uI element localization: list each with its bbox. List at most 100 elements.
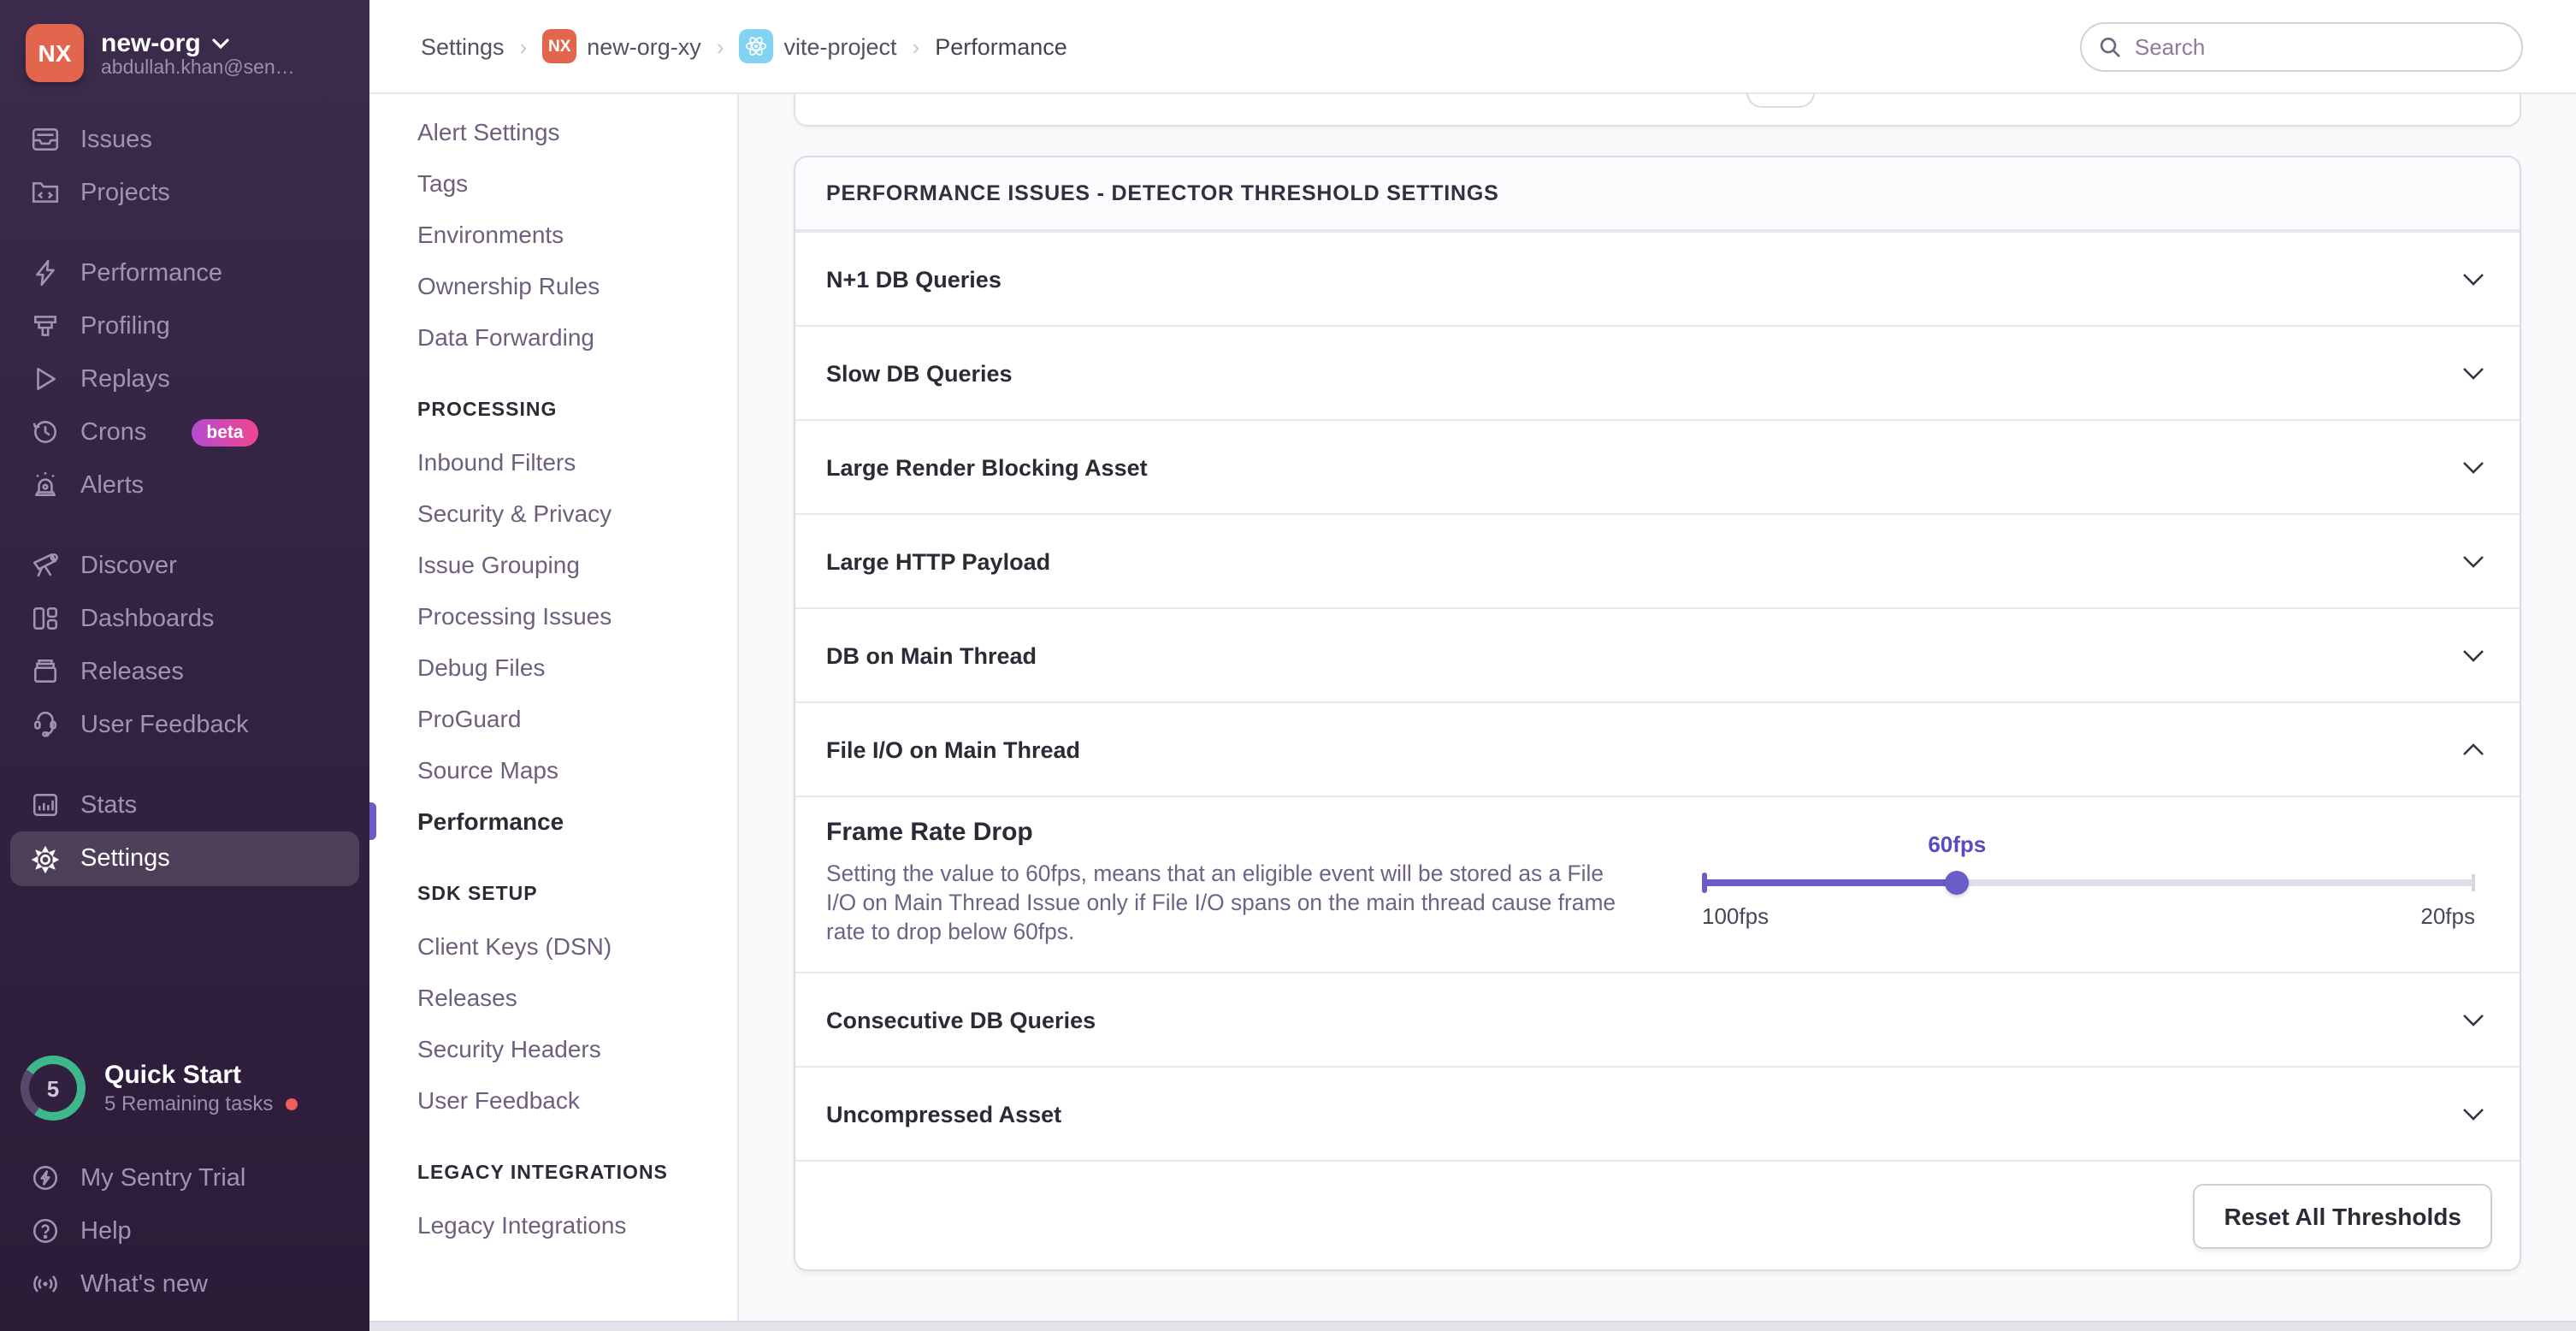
sidebar-item-profiling[interactable]: Profiling — [0, 299, 369, 352]
chevron-up-icon — [2461, 742, 2485, 757]
breadcrumb-org[interactable]: NX new-org-xy — [542, 29, 701, 63]
nav-tags[interactable]: Tags — [369, 157, 737, 209]
sidebar-item-label: Performance — [80, 259, 222, 287]
frame-rate-drop-setting: Frame Rate Drop Setting the value to 60f… — [795, 796, 2520, 972]
chevron-down-icon — [2461, 365, 2485, 381]
nav-security-headers[interactable]: Security Headers — [369, 1023, 737, 1074]
settings-secondary-nav: Alert Settings Tags Environments Ownersh… — [369, 94, 739, 1321]
row-consecutive-db-queries[interactable]: Consecutive DB Queries — [795, 972, 2520, 1066]
sidebar-item-user-feedback[interactable]: User Feedback — [0, 698, 369, 751]
quickstart-progress-ring: 5 — [21, 1056, 86, 1121]
row-slow-db-queries[interactable]: Slow DB Queries — [795, 325, 2520, 419]
nav-ownership-rules[interactable]: Ownership Rules — [369, 260, 737, 311]
sidebar-item-label: Crons — [80, 418, 146, 446]
slider-max-label: 20fps — [2420, 903, 2475, 929]
row-file-io-on-main-thread[interactable]: File I/O on Main Thread — [795, 701, 2520, 796]
sidebar-item-dashboards[interactable]: Dashboards — [0, 592, 369, 645]
sidebar-item-label: Dashboards — [80, 605, 214, 632]
performance-icon — [29, 257, 60, 288]
replays-icon — [29, 364, 60, 394]
sentry-settings-page: NX new-org abdullah.khan@sen… Issues — [0, 0, 2576, 1331]
slider-min-label: 100fps — [1702, 903, 1769, 929]
chevron-down-icon — [2461, 271, 2485, 287]
discover-icon — [29, 550, 60, 581]
nav-section-legacy: LEGACY INTEGRATIONS — [369, 1148, 737, 1199]
search-icon — [2097, 33, 2123, 59]
nav-inbound-filters[interactable]: Inbound Filters — [369, 436, 737, 488]
sidebar-item-trial[interactable]: My Sentry Trial — [0, 1151, 369, 1204]
nav-releases[interactable]: Releases — [369, 972, 737, 1023]
sidebar-item-label: Replays — [80, 365, 170, 393]
releases-icon — [29, 656, 60, 687]
stats-icon — [29, 790, 60, 820]
breadcrumb-page: Performance — [935, 33, 1067, 59]
slider-value-label: 60fps — [1928, 831, 1986, 857]
react-platform-icon — [740, 29, 774, 63]
sidebar-item-label: Settings — [80, 845, 170, 873]
sidebar-item-stats[interactable]: Stats — [0, 778, 369, 831]
nav-alert-settings[interactable]: Alert Settings — [369, 106, 737, 157]
nav-client-keys[interactable]: Client Keys (DSN) — [369, 920, 737, 972]
nav-debug-files[interactable]: Debug Files — [369, 642, 737, 693]
sidebar-item-label: Issues — [80, 126, 152, 153]
row-uncompressed-asset[interactable]: Uncompressed Asset — [795, 1066, 2520, 1160]
nav-source-maps[interactable]: Source Maps — [369, 744, 737, 796]
frame-rate-drop-description: Setting the value to 60fps, means that a… — [826, 859, 1616, 947]
nav-processing-issues[interactable]: Processing Issues — [369, 590, 737, 642]
issues-icon — [29, 124, 60, 155]
nav-performance[interactable]: Performance — [369, 796, 737, 847]
breadcrumb-settings[interactable]: Settings — [421, 33, 505, 59]
slider-thumb[interactable] — [1945, 871, 1969, 895]
panel-title: PERFORMANCE ISSUES - DETECTOR THRESHOLD … — [795, 157, 2520, 231]
chevron-down-icon — [2461, 1012, 2485, 1027]
nav-data-forwarding[interactable]: Data Forwarding — [369, 311, 737, 363]
slider-start-tick — [1702, 873, 1707, 893]
sidebar-item-discover[interactable]: Discover — [0, 539, 369, 592]
nav-environments[interactable]: Environments — [369, 209, 737, 260]
sidebar-item-releases[interactable]: Releases — [0, 645, 369, 698]
sidebar-item-issues[interactable]: Issues — [0, 113, 369, 166]
alerts-icon — [29, 470, 60, 500]
nav-issue-grouping[interactable]: Issue Grouping — [369, 539, 737, 590]
primary-sidebar: NX new-org abdullah.khan@sen… Issues — [0, 0, 369, 1331]
nav-user-feedback[interactable]: User Feedback — [369, 1074, 737, 1126]
frame-rate-slider: 60fps 100fps 20fps — [1702, 797, 2475, 972]
quick-start-widget[interactable]: 5 Quick Start 5 Remaining tasks — [21, 1032, 344, 1121]
row-db-on-main-thread[interactable]: DB on Main Thread — [795, 607, 2520, 701]
sidebar-item-whats-new[interactable]: What's new — [0, 1257, 369, 1310]
dashboards-icon — [29, 603, 60, 634]
row-n-plus-one-db-queries[interactable]: N+1 DB Queries — [795, 231, 2520, 325]
quickstart-count: 5 — [29, 1064, 77, 1112]
crons-icon — [29, 417, 60, 447]
sidebar-item-label: Profiling — [80, 312, 170, 340]
sidebar-item-help[interactable]: Help — [0, 1204, 369, 1257]
nav-proguard[interactable]: ProGuard — [369, 693, 737, 744]
row-large-render-blocking-asset[interactable]: Large Render Blocking Asset — [795, 419, 2520, 513]
sidebar-item-replays[interactable]: Replays — [0, 352, 369, 405]
sidebar-item-settings[interactable]: Settings — [10, 831, 359, 886]
scrolled-panel-bottom — [794, 94, 2521, 127]
sidebar-item-label: Releases — [80, 658, 184, 685]
profiling-icon — [29, 311, 60, 341]
nav-legacy-integrations[interactable]: Legacy Integrations — [369, 1199, 737, 1251]
org-switcher[interactable]: NX new-org abdullah.khan@sen… — [0, 0, 369, 103]
sidebar-item-alerts[interactable]: Alerts — [0, 458, 369, 512]
nav-security-privacy[interactable]: Security & Privacy — [369, 488, 737, 539]
projects-icon — [29, 177, 60, 208]
sidebar-item-label: Help — [80, 1217, 132, 1245]
sidebar-item-label: Alerts — [80, 471, 144, 499]
detector-threshold-panel: PERFORMANCE ISSUES - DETECTOR THRESHOLD … — [794, 156, 2521, 1271]
horizontal-scrollbar[interactable] — [369, 1321, 2576, 1331]
sidebar-item-performance[interactable]: Performance — [0, 246, 369, 299]
user-email: abdullah.khan@sen… — [101, 57, 295, 78]
chevron-down-icon — [2461, 648, 2485, 663]
breadcrumb-project[interactable]: vite-project — [740, 29, 897, 63]
sidebar-item-projects[interactable]: Projects — [0, 166, 369, 219]
broadcast-icon — [29, 1269, 60, 1299]
search-input[interactable] — [2080, 21, 2523, 71]
reset-all-thresholds-button[interactable]: Reset All Thresholds — [2194, 1183, 2493, 1248]
row-large-http-payload[interactable]: Large HTTP Payload — [795, 513, 2520, 607]
top-header: Settings › NX new-org-xy › vite-project … — [369, 0, 2576, 94]
sidebar-item-crons[interactable]: Crons beta — [0, 405, 369, 458]
chevron-right-icon: › — [913, 33, 920, 59]
